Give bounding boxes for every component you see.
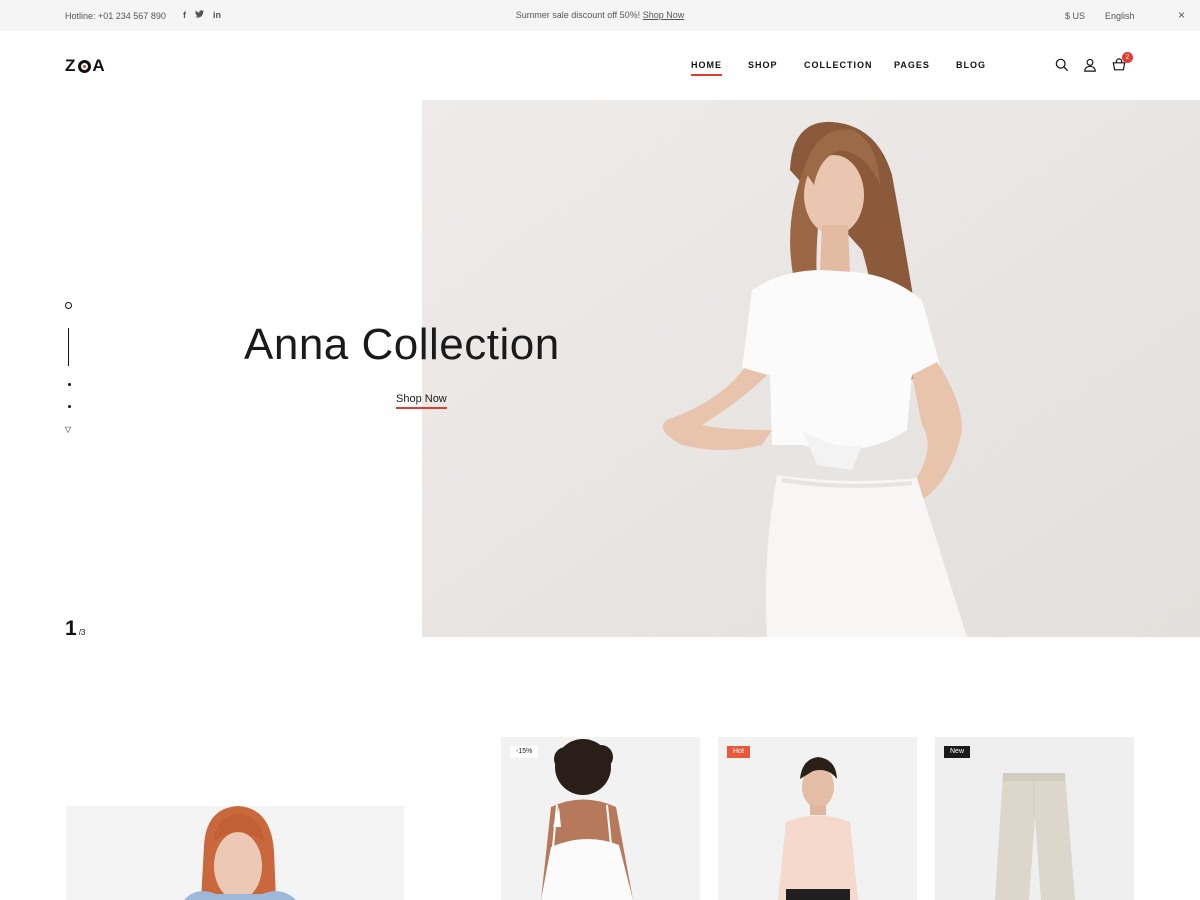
product-image-sweater (718, 737, 917, 900)
currency-selector[interactable]: $ US (1065, 11, 1085, 21)
slide-current: 1 (65, 617, 77, 640)
nav-collection[interactable]: COLLECTION (804, 60, 873, 70)
hero-shop-now-button[interactable]: Shop Now (396, 393, 447, 409)
promo-text: Summer sale discount off 50%! (515, 10, 641, 20)
slide-counter: 1/3 (65, 617, 85, 641)
nav-pages[interactable]: PAGES (894, 60, 930, 70)
promo-banner: Summer sale discount off 50%! Shop Now (0, 10, 1200, 20)
nav-home[interactable]: HOME (691, 60, 722, 76)
collection-promo-image[interactable] (66, 806, 404, 900)
slide-total: /3 (78, 628, 86, 637)
logo-letter-z: Z (65, 56, 78, 75)
model-portrait-image (66, 806, 404, 900)
top-bar: Hotline: +01 234 567 890 f in Summer sal… (0, 0, 1200, 31)
slider-active-dot[interactable] (65, 302, 72, 309)
product-card-1[interactable]: -15% (501, 737, 700, 900)
logo-o-icon (78, 59, 92, 73)
logo[interactable]: Z A (65, 56, 107, 76)
logo-letter-a: A (92, 56, 107, 75)
nav-shop[interactable]: SHOP (748, 60, 778, 70)
product-card-2[interactable]: Hot (718, 737, 917, 900)
product-image-trousers (935, 737, 1134, 900)
new-badge: New (944, 746, 971, 758)
nav-blog[interactable]: BLOG (956, 60, 986, 70)
cart-icon[interactable]: 2 (1112, 52, 1133, 77)
hot-badge: Hot (727, 746, 750, 758)
search-icon[interactable] (1055, 58, 1069, 77)
slider-down-arrow-icon[interactable]: ▽ (65, 426, 71, 434)
language-selector[interactable]: English (1105, 11, 1135, 21)
hero-title: Anna Collection (244, 320, 560, 369)
user-icon[interactable] (1083, 58, 1097, 77)
promo-shop-now-link[interactable]: Shop Now (643, 10, 685, 20)
cart-count-badge: 2 (1122, 52, 1133, 63)
product-image-camisole (501, 737, 700, 900)
discount-badge: -15% (510, 746, 539, 758)
close-icon[interactable]: × (1178, 8, 1185, 22)
slider-dot-3[interactable] (67, 405, 71, 408)
slider-progress-line (68, 328, 69, 366)
slider-dot-2[interactable] (67, 383, 71, 386)
product-card-3[interactable]: New (935, 737, 1134, 900)
